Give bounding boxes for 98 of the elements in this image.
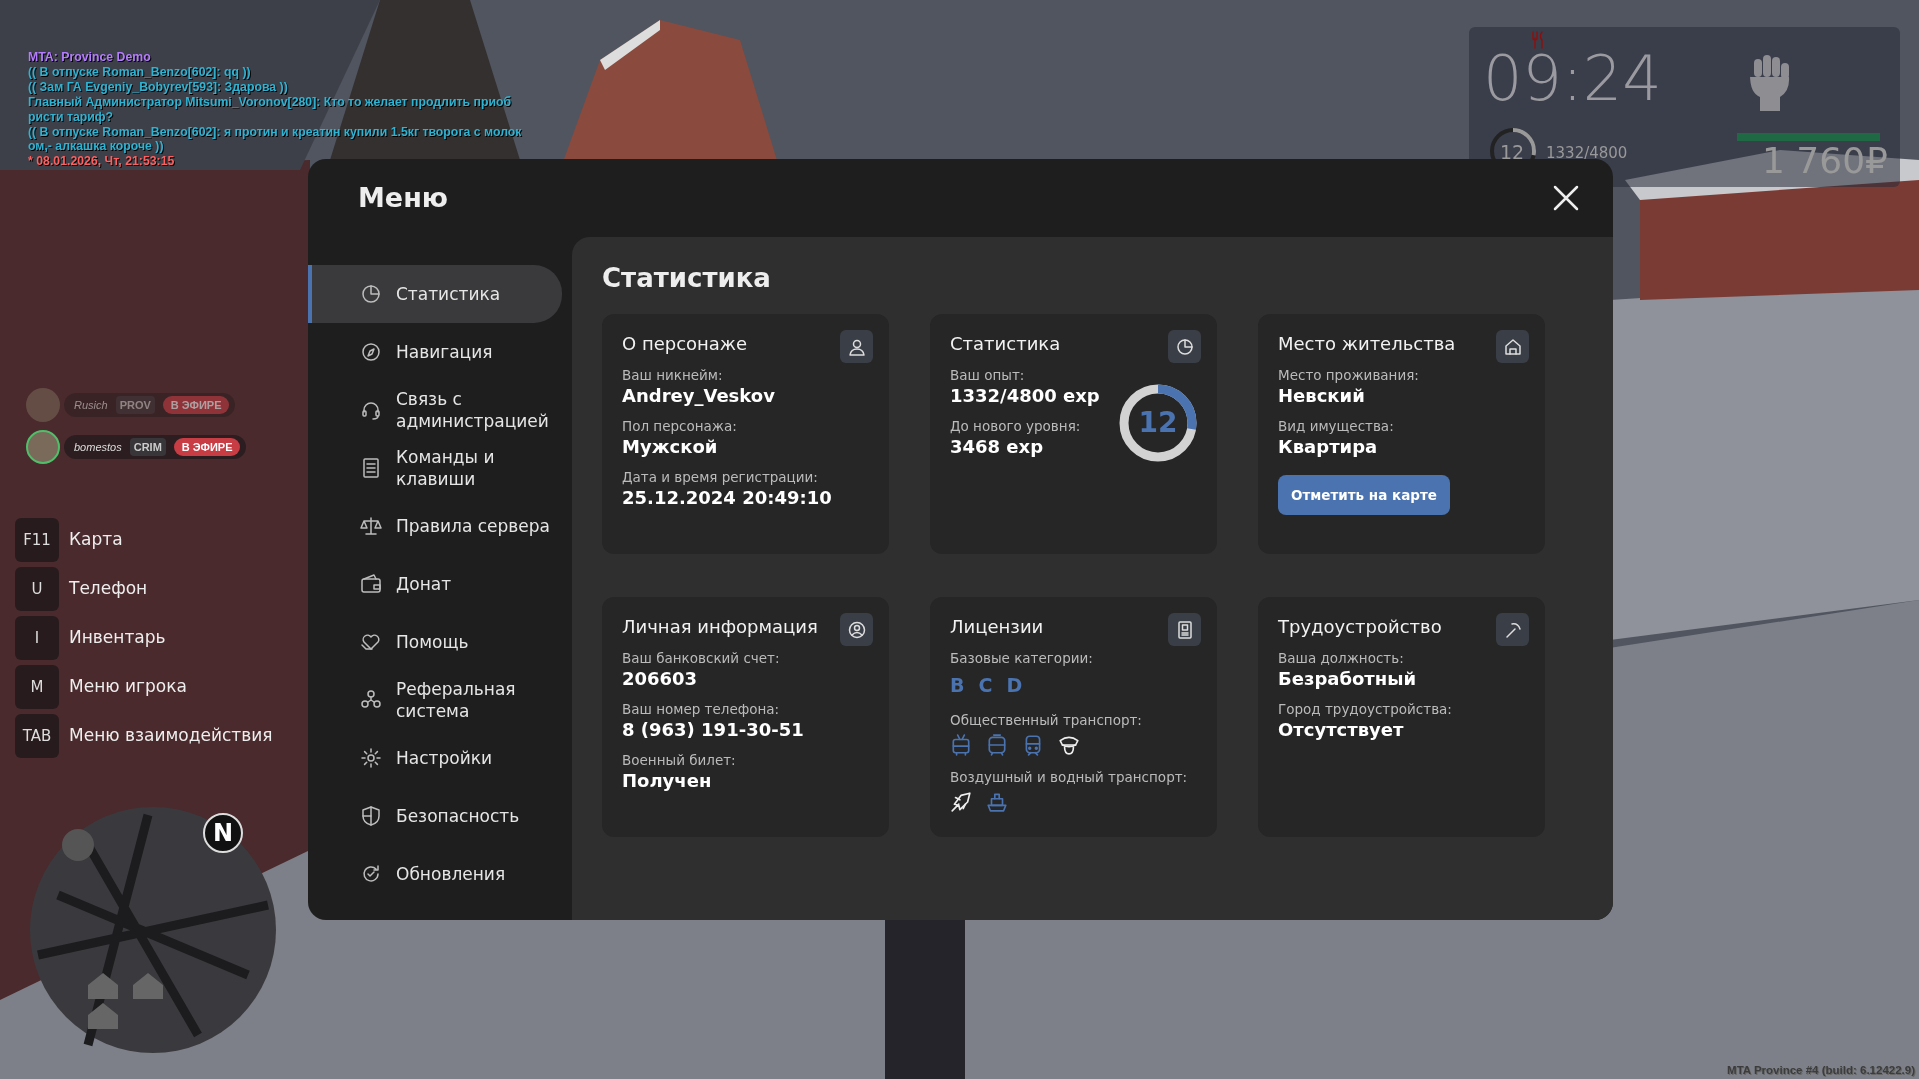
field-value: Невский (1278, 384, 1365, 408)
card-title: Трудоустройство (1278, 615, 1442, 639)
sidebar-item[interactable]: Обновления (308, 845, 562, 903)
license-category: D (1006, 673, 1023, 698)
field-label: Общественный транспорт: (950, 711, 1142, 729)
field-value: Мужской (622, 435, 718, 459)
map-button[interactable]: Отметить на карте (1278, 475, 1450, 516)
chat-line: Главный Администратор Mitsumi_Voronov[280]: Кто то желает продлить приоб (28, 94, 513, 110)
chat-line: (( В отпуске Roman_Benzo[602]: qq )) (28, 64, 252, 80)
sidebar-item[interactable]: Правила сервера (308, 497, 562, 555)
compass-icon (360, 341, 382, 363)
field-label: Ваша должность: (1278, 650, 1404, 667)
sidebar-item[interactable]: Помощь (308, 613, 562, 671)
close-button[interactable] (1551, 183, 1581, 213)
pickaxe-icon (1503, 620, 1522, 639)
settings-icon (360, 747, 382, 769)
key-cap: F11 (15, 518, 59, 562)
player-name: Rusich (74, 397, 108, 413)
chat-line: ристи тариф? (28, 109, 115, 125)
field-value: Квартира (1278, 435, 1378, 459)
chat-line: MTA: Province Demo (28, 50, 152, 65)
field-label: Ваш опыт: (950, 367, 1025, 384)
field-value: 206603 (622, 667, 698, 691)
chart-icon (360, 283, 382, 305)
hotkey-label: Карта (69, 528, 123, 552)
chart-icon (1175, 337, 1194, 356)
card-title: Статистика (950, 332, 1061, 356)
sidebar-item[interactable]: Реферальная система (308, 671, 562, 729)
field-value: Безработный (1278, 667, 1417, 691)
field-label: Военный билет: (622, 752, 736, 769)
key-cap: M (15, 665, 59, 709)
field-label: Город трудоустройства: (1278, 701, 1452, 718)
field-label: Пол персонажа: (622, 418, 737, 435)
chat-line: (( В отпуске Roman_Benzo[602]: я протин и креатин купили 1.5кг творога с молок (28, 124, 522, 140)
id-card-icon (1175, 620, 1194, 639)
user-icon (847, 337, 866, 356)
headset-icon (360, 399, 382, 421)
scales-icon (360, 515, 382, 537)
field-value: Получен (622, 769, 712, 793)
people-icon (360, 689, 382, 711)
license-category: B (950, 673, 965, 698)
sidebar-item[interactable]: Настройки (308, 729, 562, 787)
level-number: 12 (1138, 405, 1178, 441)
section-heading: Статистика (602, 262, 772, 295)
key-cap: U (15, 567, 59, 611)
experience-text: 1332/4800 (1546, 143, 1628, 164)
refresh-icon (360, 863, 382, 885)
field-label: Воздушный и водный транспорт: (950, 768, 1188, 786)
level-number: 12 (1500, 140, 1525, 165)
fist-icon (1748, 53, 1792, 111)
player-name: bomestos (74, 439, 122, 455)
field-value: 3468 exp (950, 435, 1044, 459)
shield-icon (360, 805, 382, 827)
menu-title: Меню (358, 180, 449, 215)
chat-line: * 08.01.2026, Чт, 21:53:15 (28, 154, 176, 170)
money-amount: 1 760₽ (1762, 143, 1888, 179)
on-air-badge: В ЭФИРЕ (162, 395, 230, 415)
house-icon (1503, 337, 1522, 356)
license-category: C (978, 673, 993, 698)
sidebar-item[interactable]: Статистика (308, 265, 562, 323)
faction-tag: PROV (115, 395, 155, 415)
card-title: Место жительства (1278, 332, 1456, 356)
fork-knife-icon (1531, 31, 1545, 49)
field-label: Дата и время регистрации: (622, 469, 818, 486)
card-title: Лицензии (950, 615, 1044, 639)
card-title: О персонаже (622, 332, 748, 356)
key-cap: I (15, 616, 59, 660)
build-info: MTA Province #4 (build: 6.12422.9) (1727, 1062, 1915, 1078)
field-label: Вид имущества: (1278, 418, 1394, 435)
field-label: Ваш номер телефона: (622, 701, 780, 718)
sidebar-item[interactable]: Навигация (308, 323, 562, 381)
sidebar-item[interactable]: Донат (308, 555, 562, 613)
field-label: Базовые категории: (950, 650, 1093, 667)
sidebar-item[interactable]: Команды и клавиши (308, 439, 562, 497)
document-icon (360, 457, 382, 479)
user-icon (847, 620, 866, 639)
sidebar-item[interactable]: Безопасность (308, 787, 562, 845)
clock-time: 09:24 (1483, 53, 1662, 105)
field-label: Место проживания: (1278, 367, 1419, 384)
wallet-icon (360, 573, 382, 595)
hotkey-label: Инвентарь (69, 626, 166, 650)
field-label: Ваш банковский счет: (622, 650, 780, 667)
key-cap: TAB (15, 714, 59, 758)
field-value: 1332/4800 exp (950, 384, 1100, 408)
heart-icon (360, 631, 382, 653)
card-title: Личная информация (622, 615, 818, 639)
field-value: 8 (963) 191-30-51 (622, 718, 804, 742)
field-value: Andrey_Veskov (622, 384, 775, 408)
hotkey-label: Меню взаимодействия (69, 724, 273, 748)
field-value: 25.12.2024 20:49:10 (622, 486, 832, 510)
hotkey-label: Меню игрока (69, 675, 187, 699)
field-label: До нового уровня: (950, 418, 1081, 435)
field-label: Ваш никнейм: (622, 367, 723, 384)
chat-line: ом,- алкашка короче )) (28, 139, 165, 155)
hotkey-label: Телефон (69, 577, 148, 601)
field-value: Отсутствует (1278, 718, 1404, 742)
chat-line: (( Зам ГА Evgeniy_Bobyrev[593]: Здарова )) (28, 79, 289, 95)
sidebar-item[interactable]: Связь с администрацией (308, 381, 562, 439)
